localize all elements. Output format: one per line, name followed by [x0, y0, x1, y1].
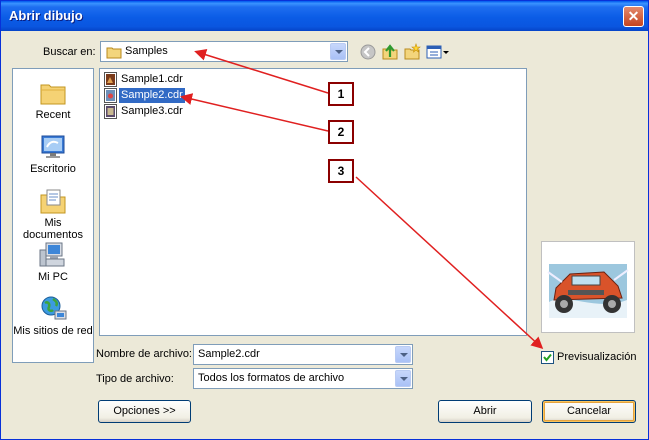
lookin-value: Samples: [125, 45, 168, 57]
up-folder-icon[interactable]: [381, 43, 399, 61]
open-drawing-dialog: Abrir dibujo ✕ Buscar en: Samples Recent…: [0, 0, 649, 440]
folder-icon: [106, 47, 122, 59]
new-folder-icon[interactable]: [403, 43, 421, 61]
preview-checkbox-label[interactable]: Previsualización: [557, 351, 636, 363]
callout-1: 1: [328, 82, 354, 106]
lookin-combobox[interactable]: Samples: [100, 41, 348, 62]
lookin-label: Buscar en:: [43, 46, 96, 58]
place-label: Mis sitios de red: [13, 325, 93, 337]
file-name: Sample2.cdr: [119, 88, 185, 103]
file-list[interactable]: Sample1.cdr Sample2.cdr Sample3.cdr: [99, 68, 527, 336]
options-button[interactable]: Opciones >>: [98, 400, 191, 423]
preview-pane: [541, 241, 635, 333]
filename-combobox[interactable]: Sample2.cdr: [193, 344, 413, 365]
filename-value: Sample2.cdr: [198, 348, 260, 360]
close-button[interactable]: ✕: [623, 6, 644, 27]
window-title: Abrir dibujo: [9, 8, 83, 23]
cdr-file-icon: [104, 88, 117, 103]
back-icon[interactable]: [359, 43, 377, 61]
network-places-icon: [41, 296, 67, 320]
chevron-down-icon[interactable]: [395, 346, 411, 363]
file-name: Sample3.cdr: [121, 105, 183, 117]
recent-folder-icon: [40, 84, 66, 105]
filename-label: Nombre de archivo:: [96, 348, 192, 360]
callout-3: 3: [328, 159, 354, 183]
open-button[interactable]: Abrir: [438, 400, 532, 423]
desktop-icon: [41, 135, 65, 158]
preview-checkbox[interactable]: [541, 351, 554, 364]
close-icon: ✕: [627, 8, 640, 24]
cdr-file-icon: [104, 104, 117, 119]
callout-2: 2: [328, 120, 354, 144]
filetype-value: Todos los formatos de archivo: [198, 372, 345, 384]
filetype-label: Tipo de archivo:: [96, 373, 174, 385]
place-label: Recent: [35, 109, 71, 121]
chevron-down-icon[interactable]: [395, 370, 411, 387]
file-name: Sample1.cdr: [121, 73, 183, 85]
title-bar[interactable]: Abrir dibujo ✕: [1, 1, 648, 31]
places-bar: Recent Escritorio Mis documentos Mi PC M…: [12, 68, 94, 363]
preview-thumbnail: [547, 264, 629, 318]
filetype-combobox[interactable]: Todos los formatos de archivo: [193, 368, 413, 389]
place-label: Escritorio: [30, 163, 76, 175]
place-label: Mi PC: [38, 271, 68, 283]
check-icon: [543, 353, 552, 362]
view-menu-icon[interactable]: [426, 43, 450, 61]
my-documents-icon: [40, 189, 66, 214]
cancel-button[interactable]: Cancelar: [542, 400, 636, 423]
cdr-file-icon: [104, 72, 117, 87]
chevron-down-icon[interactable]: [330, 43, 346, 60]
place-label: Mis documentos: [23, 217, 83, 241]
my-computer-icon: [39, 242, 65, 267]
